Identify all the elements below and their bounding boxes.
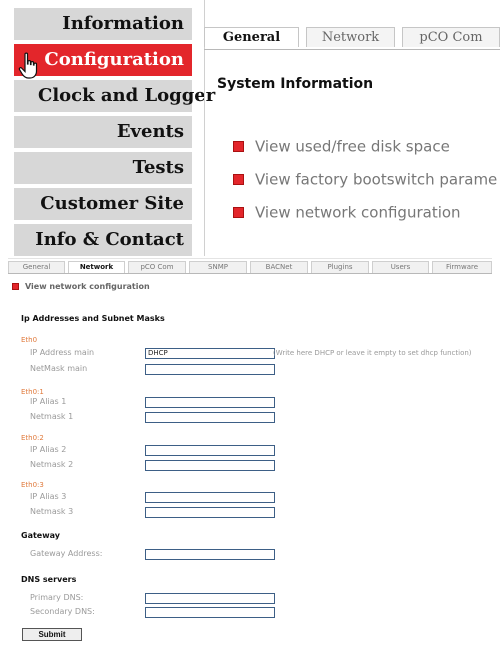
network-tab-bar: General Network pCO Com SNMP BACNet Plug… xyxy=(8,261,492,274)
tab-label: Network xyxy=(79,263,114,271)
group-label-eth0-1: Eth0:1 xyxy=(21,388,44,396)
dhcp-hint: (Write here DHCP or leave it empty to se… xyxy=(273,349,472,357)
side-menu: Information Configuration Clock and Logg… xyxy=(14,8,215,256)
tab-general[interactable]: General xyxy=(8,261,65,273)
menu-item-label: Information xyxy=(62,13,184,34)
bullet-icon xyxy=(233,141,244,152)
link-label: View network configuration xyxy=(25,282,150,291)
tab-label: BACNet xyxy=(265,263,293,271)
menu-item-information[interactable]: Information xyxy=(14,8,192,40)
section-heading-ip: Ip Addresses and Subnet Masks xyxy=(21,314,165,323)
tab-label: pCO Com xyxy=(140,263,174,271)
secondary-dns-label: Secondary DNS: xyxy=(30,607,95,616)
link-label: View used/free disk space xyxy=(255,137,450,156)
section-heading-gateway: Gateway xyxy=(21,531,60,540)
bullet-icon xyxy=(233,207,244,218)
system-information-heading: System Information xyxy=(217,76,374,92)
menu-item-customer-site[interactable]: Customer Site xyxy=(14,188,192,220)
group-label-eth0: Eth0 xyxy=(21,336,38,344)
ip-alias-3-label: IP Alias 3 xyxy=(30,492,67,501)
menu-item-label: Events xyxy=(116,121,184,142)
tab-plugins[interactable]: Plugins xyxy=(311,261,369,273)
netmask-3-input[interactable] xyxy=(145,507,275,518)
netmask-2-label: Netmask 2 xyxy=(30,460,74,469)
link-label: View network configuration xyxy=(255,203,461,222)
web-admin-top: Information Configuration Clock and Logg… xyxy=(0,0,500,256)
tab-label: pCO Com xyxy=(419,30,483,45)
menu-item-events[interactable]: Events xyxy=(14,116,192,148)
netmask-2-input[interactable] xyxy=(145,460,275,471)
menu-item-clock-and-logger[interactable]: Clock and Logger xyxy=(14,80,215,112)
netmask-main-input[interactable] xyxy=(145,364,275,375)
netmask-1-input[interactable] xyxy=(145,412,275,423)
tab-label: Network xyxy=(321,30,380,45)
link-network-configuration[interactable]: View network configuration xyxy=(233,202,461,224)
section-heading-dns: DNS servers xyxy=(21,575,77,584)
gateway-address-label: Gateway Address: xyxy=(30,549,103,558)
menu-item-label: Configuration xyxy=(44,49,184,70)
ip-alias-2-label: IP Alias 2 xyxy=(30,445,67,454)
ip-alias-2-input[interactable] xyxy=(145,445,275,456)
link-label: View factory bootswitch parame xyxy=(255,170,498,189)
tab-label: Firmware xyxy=(445,263,479,271)
bullet-icon xyxy=(233,174,244,185)
tab-bacnet[interactable]: BACNet xyxy=(250,261,308,273)
netmask-3-label: Netmask 3 xyxy=(30,507,74,516)
tab-network[interactable]: Network xyxy=(306,27,395,47)
ip-alias-1-label: IP Alias 1 xyxy=(30,397,67,406)
primary-dns-label: Primary DNS: xyxy=(30,593,84,602)
tab-label: Users xyxy=(390,263,411,271)
menu-item-label: Tests xyxy=(132,157,184,178)
tab-network[interactable]: Network xyxy=(68,261,125,273)
netmask-1-label: Netmask 1 xyxy=(30,412,74,421)
group-label-eth0-3: Eth0:3 xyxy=(21,481,44,489)
menu-item-info-contact[interactable]: Info & Contact xyxy=(14,224,192,256)
tab-label: SNMP xyxy=(208,263,228,271)
menu-item-label: Clock and Logger xyxy=(38,85,216,106)
top-tab-bar: General Network pCO Com xyxy=(204,27,500,50)
group-label-eth0-2: Eth0:2 xyxy=(21,434,44,442)
netmask-main-label: NetMask main xyxy=(30,364,88,373)
menu-item-configuration[interactable]: Configuration xyxy=(14,44,192,76)
ip-address-main-label: IP Address main xyxy=(30,348,95,357)
submit-button[interactable]: Submit xyxy=(22,628,82,641)
menu-item-tests[interactable]: Tests xyxy=(14,152,192,184)
tab-label: Plugins xyxy=(327,263,353,271)
ip-alias-3-input[interactable] xyxy=(145,492,275,503)
link-disk-space[interactable]: View used/free disk space xyxy=(233,136,450,158)
tab-pco-com[interactable]: pCO Com xyxy=(128,261,186,273)
bullet-icon xyxy=(12,283,19,290)
gateway-address-input[interactable] xyxy=(145,549,275,560)
tab-label: General xyxy=(22,263,51,271)
tab-label: General xyxy=(222,30,281,45)
tab-users[interactable]: Users xyxy=(372,261,429,273)
menu-item-label: Customer Site xyxy=(40,193,184,214)
menu-item-label: Info & Contact xyxy=(35,229,184,250)
tab-snmp[interactable]: SNMP xyxy=(189,261,247,273)
link-network-configuration[interactable]: View network configuration xyxy=(12,282,150,291)
link-factory-bootswitch[interactable]: View factory bootswitch parame xyxy=(233,169,497,191)
ip-address-main-input[interactable]: DHCP xyxy=(145,348,275,359)
tab-firmware[interactable]: Firmware xyxy=(432,261,492,273)
network-configuration-page: General Network pCO Com SNMP BACNet Plug… xyxy=(8,258,492,645)
hand-cursor-icon xyxy=(18,52,38,79)
tab-general[interactable]: General xyxy=(204,27,299,47)
tab-pco-com[interactable]: pCO Com xyxy=(402,27,500,47)
ip-alias-1-input[interactable] xyxy=(145,397,275,408)
primary-dns-input[interactable] xyxy=(145,593,275,604)
secondary-dns-input[interactable] xyxy=(145,607,275,618)
